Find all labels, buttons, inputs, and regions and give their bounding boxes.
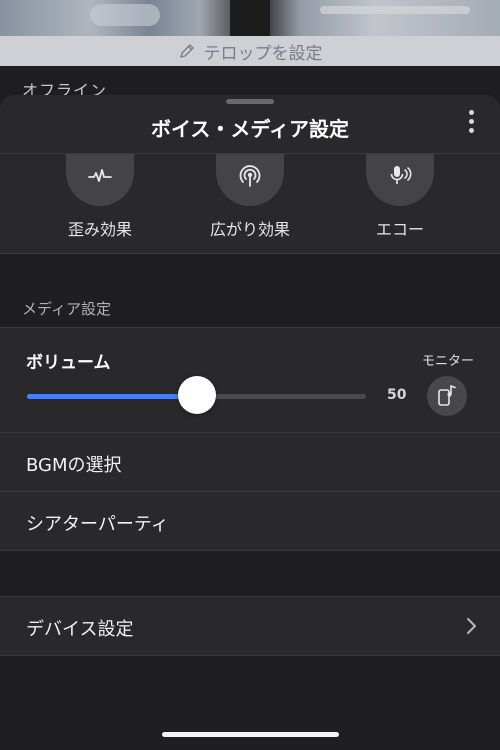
effect-echo[interactable]: エコー: [330, 154, 470, 240]
monitor-button[interactable]: [427, 376, 467, 416]
theater-party-label: シアターパーティ: [26, 514, 169, 535]
more-options-button[interactable]: [466, 110, 476, 140]
background-media-thumbnail: [0, 0, 500, 36]
device-settings-label: デバイス設定: [26, 619, 134, 640]
effect-distortion[interactable]: 歪み効果: [30, 154, 170, 240]
sheet-title: ボイス・メディア設定: [151, 117, 349, 141]
sheet-header: ボイス・メディア設定: [0, 95, 500, 154]
volume-slider-fill: [27, 394, 197, 399]
monitor-label: モニター: [421, 354, 474, 369]
voice-effects-row: 歪み効果 広がり効果 エコー: [0, 154, 500, 254]
set-caption-label: テロップを設定: [203, 43, 323, 64]
broadcast-icon: [239, 165, 261, 187]
phone-music-icon: [438, 385, 456, 406]
media-settings-heading: メディア設定: [22, 300, 111, 318]
theater-party-row[interactable]: シアターパーティ: [0, 492, 500, 550]
waveform-icon: [88, 169, 112, 182]
bgm-select-label: BGMの選択: [26, 455, 122, 476]
device-settings-row[interactable]: デバイス設定: [0, 596, 500, 656]
effect-distortion-button[interactable]: [66, 154, 134, 206]
set-caption-button[interactable]: テロップを設定: [0, 36, 500, 66]
effect-echo-button[interactable]: [366, 154, 434, 206]
bgm-select-row[interactable]: BGMの選択: [0, 433, 500, 492]
volume-value: 50: [387, 387, 407, 403]
sheet-grabber[interactable]: [226, 99, 274, 104]
pencil-icon: [179, 44, 194, 58]
volume-slider-thumb[interactable]: [177, 376, 216, 414]
effect-echo-label: エコー: [375, 220, 424, 239]
effect-spread[interactable]: 広がり効果: [180, 154, 320, 240]
volume-row: ボリューム モニター 50: [0, 328, 500, 433]
chevron-right-icon: [467, 618, 476, 634]
home-indicator[interactable]: [162, 732, 339, 737]
volume-label: ボリューム: [26, 353, 111, 373]
effect-spread-button[interactable]: [216, 154, 284, 206]
microphone-echo-icon: [390, 166, 412, 184]
media-settings-card: ボリューム モニター 50 BGMの選択 シアターパーティ: [0, 327, 500, 551]
effect-distortion-label: 歪み効果: [67, 220, 132, 239]
voice-media-settings-sheet: ボイス・メディア設定 歪み効果 広がり効果 エコー メディア設定 ボリューム モ…: [0, 95, 500, 750]
effect-spread-label: 広がり効果: [209, 220, 290, 239]
more-vertical-icon: [468, 110, 474, 115]
